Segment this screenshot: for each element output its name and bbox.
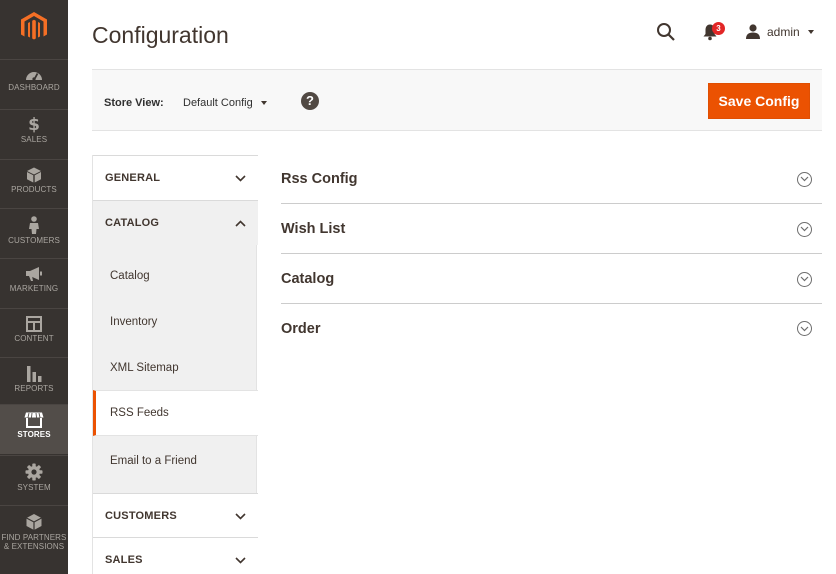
section-order[interactable]: Order (281, 304, 822, 353)
chevron-up-icon (235, 219, 246, 227)
search-icon (657, 23, 675, 41)
notifications-badge: 3 (712, 22, 725, 35)
nav-label: REPORTS (14, 384, 54, 393)
nav-label: FIND PARTNERS (1, 533, 67, 542)
admin-sidebar: DASHBOARD $ SALES PRODUCTS CUSTOMERS MAR… (0, 0, 68, 574)
nav-label: STORES (17, 430, 51, 439)
chevron-down-icon (235, 556, 246, 564)
tab-label: GENERAL (105, 172, 161, 184)
bar-chart-icon (27, 366, 42, 382)
nav-label: SYSTEM (17, 483, 51, 492)
tab-general[interactable]: GENERAL (93, 155, 258, 200)
expand-icon (797, 171, 812, 187)
chevron-down-icon (235, 512, 246, 520)
search-button[interactable] (656, 22, 676, 42)
tab-sales[interactable]: SALES (93, 537, 258, 574)
magento-logo[interactable] (0, 0, 68, 54)
megaphone-icon (26, 267, 42, 281)
nav-find-partners[interactable]: FIND PARTNERS & EXTENSIONS (0, 505, 68, 567)
tab-item-email-to-a-friend[interactable]: Email to a Friend (93, 438, 258, 484)
store-view-value: Default Config (183, 97, 253, 109)
nav-products[interactable]: PRODUCTS (0, 159, 68, 209)
save-config-button[interactable]: Save Config (708, 83, 810, 119)
section-title: Rss Config (281, 171, 358, 187)
tab-catalog[interactable]: CATALOG (93, 200, 258, 245)
nav-label: SALES (20, 135, 48, 144)
help-icon[interactable]: ? (301, 92, 319, 110)
store-icon (24, 412, 44, 428)
section-title: Wish List (281, 221, 346, 237)
section-catalog[interactable]: Catalog (281, 255, 822, 304)
chevron-down-icon (260, 101, 267, 105)
nav-customers[interactable]: CUSTOMERS (0, 208, 68, 258)
dashboard-icon (26, 72, 42, 81)
nav-label: CONTENT (14, 334, 54, 343)
config-tabs: GENERAL CATALOG Catalog Inventory XML Si… (92, 155, 258, 574)
gear-icon (25, 463, 43, 481)
expand-icon (797, 221, 812, 237)
nav-label: PRODUCTS (11, 185, 57, 194)
tab-item-inventory[interactable]: Inventory (93, 299, 258, 345)
tab-item-xml-sitemap[interactable]: XML Sitemap (93, 345, 258, 391)
tab-label: CUSTOMERS (105, 510, 177, 522)
nav-reports[interactable]: REPORTS (0, 357, 68, 407)
nav-system[interactable]: SYSTEM (0, 455, 68, 505)
section-title: Order (281, 320, 321, 337)
nav-sales[interactable]: $ SALES (0, 109, 68, 159)
nav-label: DASHBOARD (8, 83, 60, 92)
person-icon (29, 216, 39, 234)
chevron-down-icon (807, 29, 814, 34)
tab-item-rss-feeds[interactable]: RSS Feeds (93, 390, 258, 436)
user-icon (746, 24, 760, 39)
section-wish-list[interactable]: Wish List (281, 205, 822, 254)
magento-logo-icon (21, 12, 47, 40)
tab-label: SALES (105, 554, 143, 566)
nav-label: CUSTOMERS (8, 236, 60, 245)
chevron-down-icon (235, 174, 246, 182)
dollar-icon: $ (28, 115, 40, 135)
page-title: Configuration (92, 22, 229, 48)
extensions-icon (26, 514, 42, 530)
tab-item-catalog[interactable]: Catalog (93, 253, 258, 299)
nav-dashboard[interactable]: DASHBOARD (0, 59, 68, 109)
nav-label: MARKETING (9, 284, 59, 293)
tab-customers[interactable]: CUSTOMERS (93, 493, 258, 538)
store-view-label: Store View: (104, 97, 164, 109)
nav-stores[interactable]: STORES (0, 404, 68, 454)
user-menu[interactable]: admin (745, 24, 814, 39)
section-title: Catalog (281, 271, 335, 287)
expand-icon (797, 271, 812, 287)
section-rss-config[interactable]: Rss Config (281, 155, 822, 204)
tab-label: CATALOG (105, 217, 160, 229)
expand-icon (797, 321, 812, 336)
cube-icon (27, 167, 41, 183)
layout-icon (26, 316, 42, 332)
admin-app: DASHBOARD $ SALES PRODUCTS CUSTOMERS MAR… (0, 0, 836, 574)
nav-content[interactable]: CONTENT (0, 308, 68, 358)
nav-marketing[interactable]: MARKETING (0, 258, 68, 308)
store-view-bar: Store View: Default Config ? Save Config (92, 69, 822, 131)
nav-label: & EXTENSIONS (3, 542, 65, 551)
store-view-select[interactable]: Default Config (183, 97, 267, 109)
user-name: admin (767, 24, 800, 39)
